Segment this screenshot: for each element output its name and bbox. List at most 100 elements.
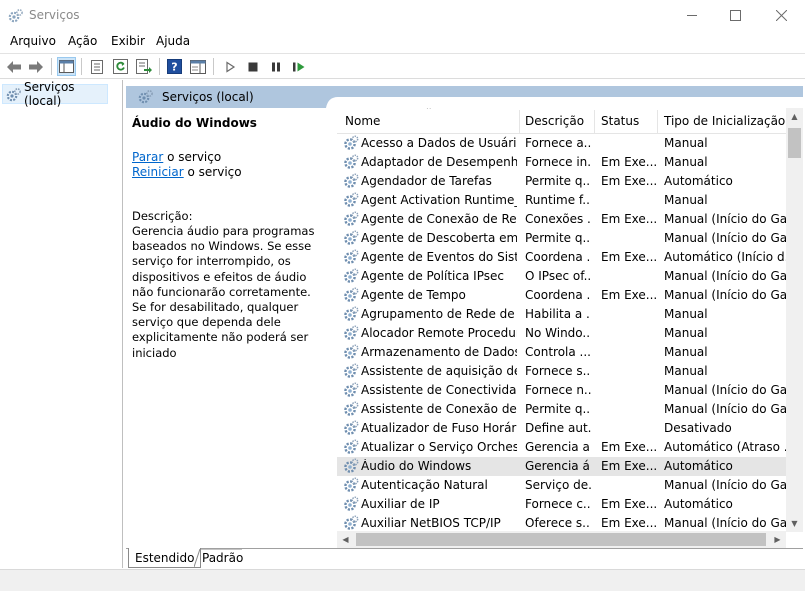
table-row[interactable]: Assistente de aquisição de i... Fornece s… — [337, 362, 786, 381]
table-row[interactable]: Atualizador de Fuso Horário... Define aut… — [337, 419, 786, 438]
service-name: Alocador Remote Procedur... — [361, 326, 517, 340]
column-divider[interactable] — [594, 110, 595, 134]
table-row[interactable]: Assistente de Conexão de C... Permite q..… — [337, 400, 786, 419]
service-description: Define aut... — [525, 421, 591, 435]
show-action-pane-button[interactable] — [188, 57, 207, 76]
tab-estendido[interactable]: Estendido — [128, 548, 202, 568]
export-list-button[interactable] — [134, 57, 153, 76]
minimize-icon — [686, 15, 697, 16]
forward-arrow-icon — [28, 60, 43, 73]
table-row[interactable]: Áudio do Windows Gerencia á... Em Exe... Au… — [337, 457, 786, 476]
maximize-icon — [729, 10, 741, 21]
column-header-status[interactable]: Status — [601, 114, 639, 128]
column-header-name[interactable]: Nome — [345, 114, 380, 128]
service-description: Coordena ... — [525, 250, 591, 264]
service-startup-type: Automático — [664, 497, 733, 511]
table-row[interactable]: Assistente de Conectividad... Fornece n..… — [337, 381, 786, 400]
table-row[interactable]: Atualizar o Serviço Orchestr... Gerencia … — [337, 438, 786, 457]
vertical-scroll-thumb[interactable] — [788, 128, 801, 158]
table-row[interactable]: Agente de Política IPsec O IPsec of... Man… — [337, 267, 786, 286]
menu-arquivo[interactable]: Arquivo — [10, 34, 56, 48]
svg-text:?: ? — [171, 61, 177, 74]
vertical-scrollbar[interactable]: ▲ ▼ — [786, 108, 803, 532]
service-description: Gerencia á... — [525, 459, 591, 473]
horizontal-scrollbar[interactable]: ◀ ▶ — [337, 531, 786, 548]
service-gear-icon — [344, 287, 359, 302]
service-name: Áudio do Windows — [361, 459, 472, 473]
menu-acao[interactable]: Ação — [68, 34, 97, 48]
table-row[interactable]: Acesso a Dados de Usuário_... Fornece a..… — [337, 134, 786, 153]
table-row[interactable]: Agente de Descoberta em S... Permite q...… — [337, 229, 786, 248]
services-list: ⌃ Nome Descrição Status Tipo de Iniciali… — [337, 108, 803, 546]
restart-service-button[interactable] — [289, 57, 308, 76]
scroll-up-icon[interactable]: ▲ — [786, 108, 803, 125]
pause-service-button[interactable] — [266, 57, 285, 76]
pause-service-icon — [271, 62, 280, 71]
column-header-startup-type[interactable]: Tipo de Inicialização — [664, 114, 785, 128]
menu-ajuda[interactable]: Ajuda — [156, 34, 190, 48]
service-description: Fornece a... — [525, 136, 591, 150]
table-row[interactable]: Agent Activation Runtime_... Runtime f...… — [337, 191, 786, 210]
main-header: Serviços (local) — [126, 86, 803, 108]
service-gear-icon — [344, 192, 359, 207]
properties-button[interactable] — [87, 57, 106, 76]
minimize-button[interactable] — [669, 0, 715, 31]
tree-item-servicos-local[interactable]: Serviços (local) — [2, 80, 108, 108]
title-bar: Serviços — [0, 0, 805, 31]
scroll-down-icon[interactable]: ▼ — [786, 515, 803, 532]
service-status: Em Exe... — [601, 288, 657, 302]
table-row[interactable]: Agente de Conexão de Rede Conexões ... Em … — [337, 210, 786, 229]
table-row[interactable]: Auxiliar de IP Fornece c... Em Exe... Autom… — [337, 495, 786, 514]
service-name: Atualizador de Fuso Horário... — [361, 421, 517, 435]
horizontal-scroll-thumb[interactable] — [356, 533, 766, 546]
toolbar: ? — [0, 53, 805, 79]
export-list-icon — [135, 59, 152, 74]
service-name: Acesso a Dados de Usuário_... — [361, 136, 517, 150]
window-title: Serviços — [29, 8, 80, 22]
close-button[interactable] — [758, 0, 804, 31]
table-row[interactable]: Agente de Tempo Coordena ... Em Exe... Manu… — [337, 286, 786, 305]
tab-padrao[interactable]: Padrão — [196, 548, 249, 568]
scroll-right-icon[interactable]: ▶ — [769, 531, 786, 548]
service-description: Coordena ... — [525, 288, 591, 302]
table-row[interactable]: Alocador Remote Procedur... No Windo... Ma… — [337, 324, 786, 343]
service-startup-type: Manual (Início do Ga... — [664, 288, 786, 302]
table-row[interactable]: Adaptador de Desempenho... Fornece in... E… — [337, 153, 786, 172]
column-header-description[interactable]: Descrição — [525, 114, 584, 128]
service-startup-type: Manual (Início do Ga... — [664, 478, 786, 492]
main-header-title: Serviços (local) — [162, 90, 254, 104]
start-service-button[interactable] — [220, 57, 239, 76]
help-button[interactable]: ? — [165, 57, 184, 76]
menu-exibir[interactable]: Exibir — [111, 34, 145, 48]
back-button[interactable] — [4, 57, 23, 76]
table-row[interactable]: Agendador de Tarefas Permite q... Em Exe..… — [337, 172, 786, 191]
service-startup-type: Manual — [664, 307, 708, 321]
service-startup-type: Manual — [664, 364, 708, 378]
refresh-button[interactable] — [111, 57, 130, 76]
table-row[interactable]: Autenticação Natural Serviço de... Manual … — [337, 476, 786, 495]
stop-service-link[interactable]: Parar — [132, 150, 163, 164]
service-startup-type: Manual — [664, 326, 708, 340]
column-divider[interactable] — [657, 110, 658, 134]
service-description: Fornece s... — [525, 364, 591, 378]
service-status: Em Exe... — [601, 497, 657, 511]
service-actions: Parar o serviço Reiniciar o serviço — [132, 150, 242, 180]
restart-service-link[interactable]: Reiniciar — [132, 165, 184, 179]
table-row[interactable]: Armazenamento de Dados ... Controla ... Ma… — [337, 343, 786, 362]
service-name: Agente de Política IPsec — [361, 269, 504, 283]
table-row[interactable]: Agrupamento de Rede de Par Habilita a ...… — [337, 305, 786, 324]
show-hide-console-tree-button[interactable] — [57, 57, 76, 76]
service-status: Em Exe... — [601, 516, 657, 530]
column-divider[interactable] — [519, 110, 520, 134]
forward-button[interactable] — [26, 57, 45, 76]
status-bar — [0, 569, 805, 591]
service-gear-icon — [344, 268, 359, 283]
stop-service-icon — [248, 62, 257, 71]
scroll-left-icon[interactable]: ◀ — [337, 531, 354, 548]
list-header: ⌃ Nome Descrição Status Tipo de Iniciali… — [337, 108, 786, 134]
service-gear-icon — [344, 135, 359, 150]
stop-service-button[interactable] — [243, 57, 262, 76]
service-gear-icon — [344, 306, 359, 321]
table-row[interactable]: Agente de Eventos do Siste... Coordena ..… — [337, 248, 786, 267]
maximize-button[interactable] — [712, 0, 758, 31]
